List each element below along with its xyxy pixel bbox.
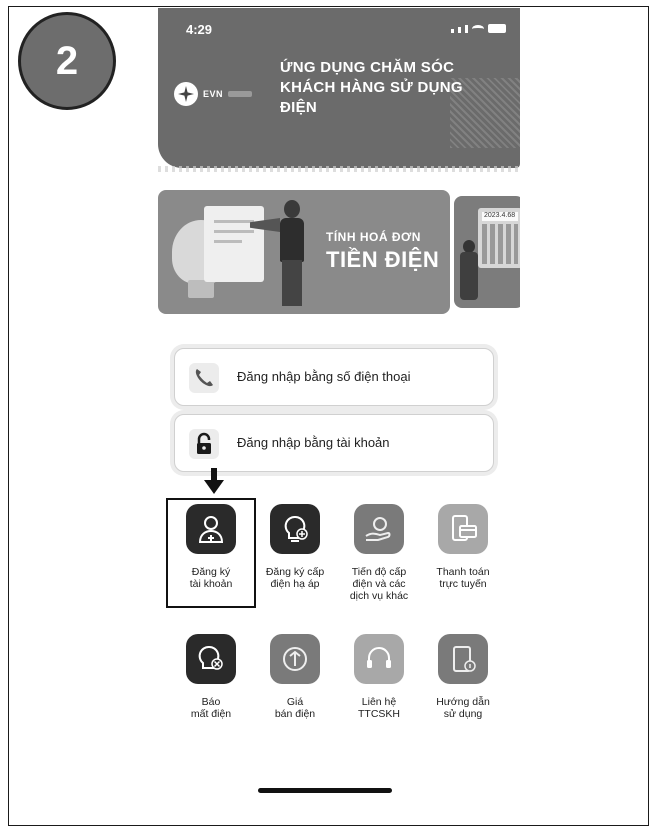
status-icons [451, 24, 506, 33]
bulb-plus-icon [270, 504, 320, 554]
person-illustration [276, 200, 306, 310]
evn-logo-suffix [228, 91, 253, 97]
lightbulb-base-illustration [188, 280, 214, 298]
app-title-line: ỨNG DỤNG CHĂM SÓC [280, 59, 455, 76]
app-title-line: ĐIỆN [280, 99, 318, 116]
banner-subtitle: TÍNH HOÁ ĐƠN [326, 230, 421, 244]
invoice-line [214, 230, 254, 233]
lock-icon [189, 429, 219, 459]
login-phone-button[interactable]: Đăng nhập bằng số điện thoại [174, 348, 494, 406]
evn-logo: EVN [174, 82, 253, 106]
divider [158, 166, 520, 172]
service-progress[interactable]: Tiến độ cấp điện và các dịch vụ khác [339, 504, 419, 602]
support-icon [354, 634, 404, 684]
phone-screen: 4:29 EVN ỨNG DỤNG CHĂM SÓC KHÁCH HÀNG SỬ… [158, 8, 520, 820]
arrow-down-icon [204, 468, 224, 494]
evn-logo-mark-icon [174, 82, 198, 106]
invoice-illustration [204, 206, 264, 282]
promo-banner[interactable]: TÍNH HOÁ ĐƠN TIỀN ĐIỆN [158, 190, 450, 314]
service-label: Đăng ký tài khoản [189, 566, 233, 590]
banner-title: TIỀN ĐIỆN [326, 247, 440, 272]
status-time: 4:29 [186, 22, 213, 37]
home-indicator[interactable] [258, 788, 392, 793]
signal-bar-icon [458, 27, 461, 33]
step-number-badge: 2 [18, 12, 116, 110]
service-label: Thanh toán trực tuyến [436, 566, 490, 590]
service-label: Tiến độ cấp điện và các dịch vụ khác [349, 566, 409, 602]
service-label: Liên hệ TTCSKH [358, 696, 400, 720]
app-title-line: KHÁCH HÀNG SỬ DỤNG [280, 79, 463, 96]
login-account-label: Đăng nhập bằng tài khoản [237, 435, 390, 450]
guide-book-icon [438, 634, 488, 684]
service-report-outage[interactable]: Báo mất điện [171, 634, 251, 720]
add-user-icon [186, 504, 236, 554]
wifi-icon [472, 25, 484, 33]
bulb-off-icon [186, 634, 236, 684]
calculator-display: 2023.4.68 [482, 212, 518, 221]
app-header: 4:29 EVN ỨNG DỤNG CHĂM SÓC KHÁCH HÀNG SỬ… [158, 8, 520, 168]
invoice-line [214, 240, 242, 243]
hand-coin-icon [354, 504, 404, 554]
person-illustration [458, 240, 480, 304]
price-icon [270, 634, 320, 684]
service-contact[interactable]: Liên hệ TTCSKH [339, 634, 419, 720]
service-label: Hướng dẫn sử dụng [436, 696, 490, 720]
phone-icon [189, 363, 219, 393]
signal-bar-icon [465, 25, 468, 33]
login-account-button[interactable]: Đăng nhập bằng tài khoản [174, 414, 494, 472]
service-price[interactable]: Giá bán điện [255, 634, 335, 720]
service-label: Báo mất điện [190, 696, 232, 720]
service-register-account[interactable]: Đăng ký tài khoản [171, 504, 251, 590]
service-payment[interactable]: Thanh toán trực tuyến [423, 504, 503, 590]
calculator-illustration: 2023.4.68 [478, 208, 520, 268]
service-guide[interactable]: Hướng dẫn sử dụng [423, 634, 503, 720]
login-phone-label: Đăng nhập bằng số điện thoại [237, 369, 411, 384]
signal-icon [451, 29, 454, 33]
online-payment-icon [438, 504, 488, 554]
invoice-line [214, 220, 254, 223]
service-label: Giá bán điện [274, 696, 316, 720]
evn-logo-text: EVN [203, 89, 224, 99]
battery-icon [488, 24, 506, 33]
service-register-power[interactable]: Đăng ký cấp điện hạ áp [255, 504, 335, 590]
app-title: ỨNG DỤNG CHĂM SÓC KHÁCH HÀNG SỬ DỤNG ĐIỆ… [280, 58, 490, 118]
service-label: Đăng ký cấp điện hạ áp [265, 566, 325, 590]
promo-banner-next[interactable]: 2023.4.68 [454, 196, 520, 308]
